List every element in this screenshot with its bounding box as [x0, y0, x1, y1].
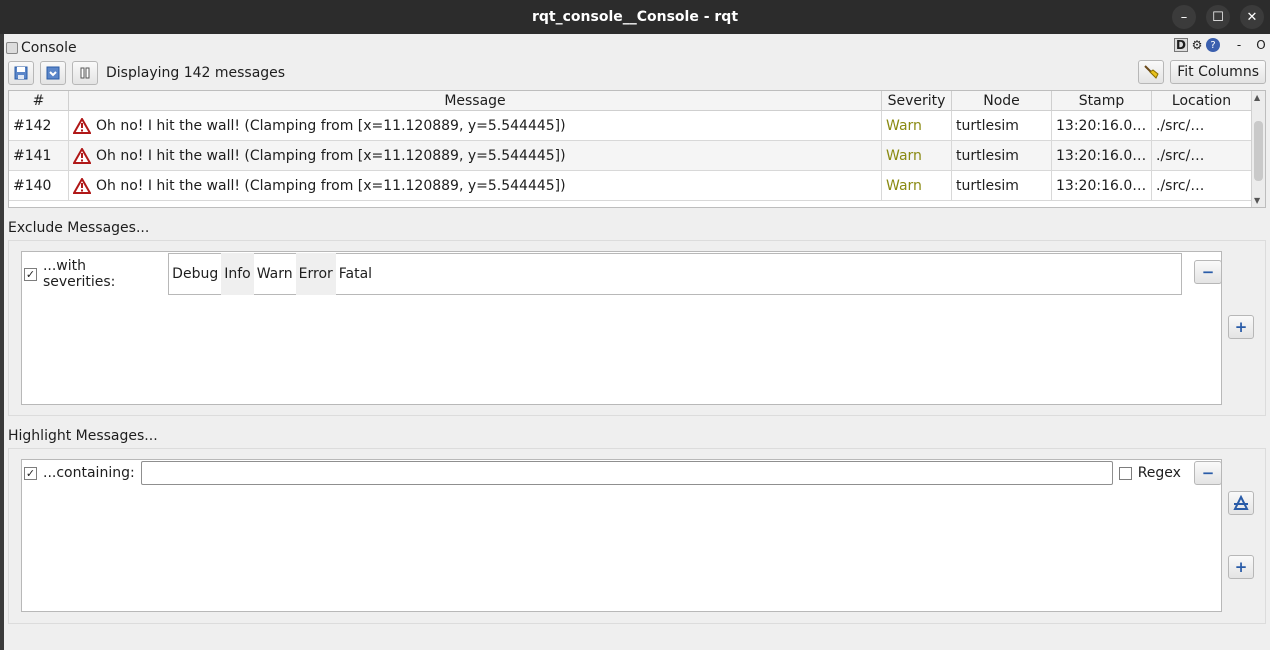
- row-severity: Warn: [882, 141, 952, 170]
- remove-highlight-filter-button[interactable]: −: [1194, 461, 1222, 485]
- pause-button[interactable]: [72, 61, 98, 85]
- load-icon: [46, 66, 60, 80]
- add-highlight-filter-button[interactable]: +: [1228, 555, 1254, 579]
- row-message: Oh no! I hit the wall! (Clamping from [x…: [96, 117, 566, 134]
- severity-option-error[interactable]: Error: [295, 253, 336, 295]
- load-button[interactable]: [40, 61, 66, 85]
- scroll-down-icon[interactable]: ▼: [1254, 196, 1260, 205]
- row-severity: Warn: [882, 111, 952, 140]
- table-scrollbar[interactable]: ▲ ▼: [1251, 91, 1265, 207]
- exclude-filter-checkbox[interactable]: ✓: [24, 267, 37, 281]
- plugin-bar: Console D ⚙ ? - O: [4, 38, 1270, 58]
- row-location: ./src/…: [1152, 141, 1252, 170]
- plugin-controls: D ⚙ ? - O: [1174, 38, 1268, 52]
- table-row[interactable]: #142 Oh no! I hit the wall! (Clamping fr…: [9, 111, 1265, 141]
- exclude-group: ✓ ...with severities: Debug Info Warn Er…: [8, 240, 1266, 416]
- highlight-filter-row: ✓ ...containing: Regex: [22, 460, 1222, 486]
- row-message-cell: Oh no! I hit the wall! (Clamping from [x…: [69, 171, 882, 200]
- highlight-section-title: Highlight Messages...: [8, 428, 158, 444]
- column-header-message[interactable]: Message: [69, 91, 882, 110]
- row-message-cell: Oh no! I hit the wall! (Clamping from [x…: [69, 141, 882, 170]
- toolbar-right: Fit Columns: [1138, 60, 1266, 84]
- row-stamp: 13:20:16.0…: [1052, 111, 1152, 140]
- warning-icon: [73, 117, 91, 134]
- row-message-cell: Oh no! I hit the wall! (Clamping from [x…: [69, 111, 882, 140]
- minimize-icon[interactable]: –: [1172, 5, 1196, 29]
- maximize-icon[interactable]: ☐: [1206, 5, 1230, 29]
- exclude-filter-label: ...with severities:: [42, 258, 116, 290]
- highlight-group: ✓ ...containing: Regex − +: [8, 448, 1266, 624]
- row-number: #140: [9, 171, 69, 200]
- broom-icon: [1144, 65, 1159, 79]
- highlight-filter-list: ✓ ...containing: Regex −: [21, 459, 1222, 612]
- message-table[interactable]: # Message Severity Node Stamp Location #…: [8, 90, 1266, 208]
- exclude-section-title: Exclude Messages...: [8, 220, 150, 236]
- column-header-node[interactable]: Node: [952, 91, 1052, 110]
- column-header-location[interactable]: Location: [1152, 91, 1252, 110]
- row-node: turtlesim: [952, 141, 1052, 170]
- message-count-label: Displaying 142 messages: [106, 65, 286, 81]
- window-title: rqt_console__Console - rqt: [531, 9, 739, 25]
- severity-list: Debug Info Warn Error Fatal: [168, 253, 1182, 295]
- plugin-title: Console: [21, 40, 77, 56]
- row-number: #142: [9, 111, 69, 140]
- remove-exclude-filter-button[interactable]: −: [1194, 260, 1222, 284]
- console-icon: [6, 42, 18, 54]
- column-header-severity[interactable]: Severity: [882, 91, 952, 110]
- minimize-plugin-button[interactable]: -: [1232, 38, 1246, 52]
- row-severity: Warn: [882, 171, 952, 200]
- dock-button[interactable]: D: [1174, 38, 1188, 52]
- row-message: Oh no! I hit the wall! (Clamping from [x…: [96, 147, 566, 164]
- close-icon[interactable]: ✕: [1240, 5, 1264, 29]
- highlight-icon: [1233, 495, 1249, 510]
- toolbar: Displaying 142 messages Fit Columns: [8, 60, 1266, 86]
- gear-icon[interactable]: ⚙: [1190, 38, 1204, 52]
- save-icon: [14, 66, 28, 80]
- table-row[interactable]: #141 Oh no! I hit the wall! (Clamping fr…: [9, 141, 1265, 171]
- clear-button[interactable]: [1138, 60, 1165, 84]
- highlight-style-button[interactable]: [1228, 491, 1254, 515]
- table-header: # Message Severity Node Stamp Location: [9, 91, 1265, 111]
- exclude-filter-list: ✓ ...with severities: Debug Info Warn Er…: [21, 251, 1222, 405]
- help-icon[interactable]: ?: [1206, 38, 1220, 52]
- pause-icon: [80, 67, 90, 79]
- highlight-filter-checkbox[interactable]: ✓: [24, 466, 37, 480]
- scroll-up-icon[interactable]: ▲: [1254, 93, 1260, 102]
- regex-checkbox[interactable]: [1118, 466, 1132, 480]
- severity-option-fatal[interactable]: Fatal: [336, 253, 375, 295]
- exclude-filter-row: ✓ ...with severities: Debug Info Warn Er…: [22, 252, 1182, 296]
- row-number: #141: [9, 141, 69, 170]
- scrollbar-thumb[interactable]: [1254, 121, 1263, 181]
- severity-option-warn[interactable]: Warn: [254, 253, 296, 295]
- severity-option-debug[interactable]: Debug: [169, 253, 221, 295]
- row-stamp: 13:20:16.0…: [1052, 141, 1152, 170]
- row-location: ./src/…: [1152, 111, 1252, 140]
- save-button[interactable]: [8, 61, 34, 85]
- warning-icon: [73, 147, 91, 164]
- row-location: ./src/…: [1152, 171, 1252, 200]
- table-row[interactable]: #140 Oh no! I hit the wall! (Clamping fr…: [9, 171, 1265, 201]
- window-controls: – ☐ ✕: [1172, 5, 1264, 29]
- column-header-stamp[interactable]: Stamp: [1052, 91, 1152, 110]
- row-message: Oh no! I hit the wall! (Clamping from [x…: [96, 177, 566, 194]
- row-node: turtlesim: [952, 171, 1052, 200]
- row-stamp: 13:20:16.0…: [1052, 171, 1152, 200]
- window-titlebar: rqt_console__Console - rqt – ☐ ✕: [0, 0, 1270, 34]
- column-header-num[interactable]: #: [9, 91, 69, 110]
- add-exclude-filter-button[interactable]: +: [1228, 315, 1254, 339]
- regex-label: Regex: [1137, 465, 1181, 481]
- warning-icon: [73, 177, 91, 194]
- left-edge: [0, 34, 4, 650]
- highlight-filter-label: ...containing:: [43, 465, 135, 481]
- row-node: turtlesim: [952, 111, 1052, 140]
- fit-columns-button[interactable]: Fit Columns: [1170, 60, 1266, 84]
- severity-option-info[interactable]: Info: [221, 253, 254, 295]
- close-plugin-button[interactable]: O: [1254, 38, 1268, 52]
- highlight-text-input[interactable]: [140, 461, 1113, 485]
